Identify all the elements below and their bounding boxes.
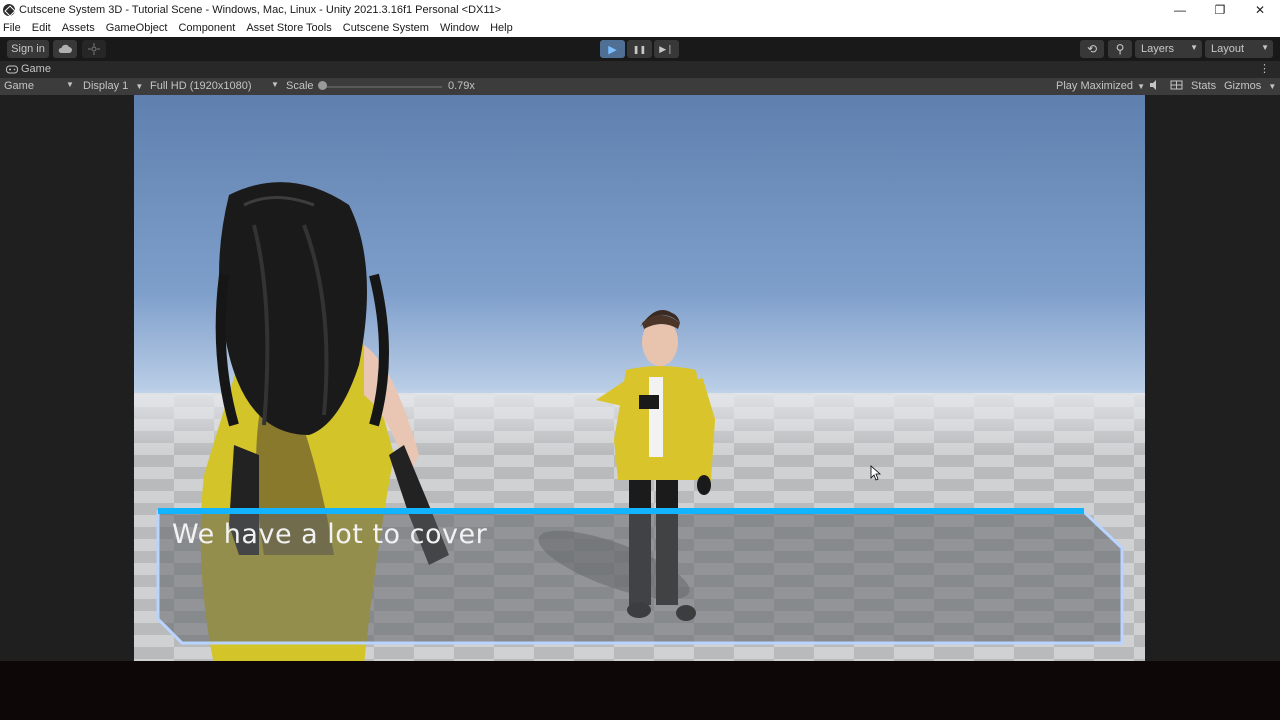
chevron-down-icon: ▼ [66, 80, 74, 89]
step-button[interactable]: ▶❘ [654, 40, 679, 58]
tab-game[interactable]: Game [6, 63, 51, 75]
close-button[interactable]: ✕ [1240, 0, 1280, 19]
dialogue-text: We have a lot to cover [172, 519, 488, 550]
menu-component[interactable]: Component [178, 22, 235, 34]
scene-render [134, 182, 1145, 661]
resolution-dropdown[interactable]: Full HD (1920x1080) ▼ [150, 80, 279, 92]
maximize-button[interactable]: ❐ [1200, 0, 1240, 19]
undo-history-button[interactable]: ⟲ [1080, 40, 1104, 58]
menu-file[interactable]: File [3, 22, 21, 34]
display-label: Display 1 [83, 80, 129, 92]
menu-help[interactable]: Help [490, 22, 513, 34]
grid-icon [1170, 80, 1183, 90]
cloud-button[interactable] [53, 40, 77, 58]
chevron-down-icon: ▼ [1190, 43, 1198, 52]
gizmos-label: Gizmos [1224, 80, 1262, 92]
chevron-down-icon: ▼ [135, 82, 144, 91]
scale-label: Scale [286, 80, 314, 92]
search-button[interactable]: ⚲ [1108, 40, 1132, 58]
menu-cutscene-system[interactable]: Cutscene System [343, 22, 429, 34]
gamepad-icon [6, 65, 18, 73]
stats-button[interactable]: Stats [1191, 80, 1216, 92]
scale-slider-handle[interactable] [318, 81, 327, 90]
pause-button[interactable]: ❚❚ [627, 40, 652, 58]
unity-logo-icon [3, 3, 15, 16]
bottom-strip [0, 661, 1280, 720]
gizmos-dropdown[interactable]: Gizmos ▼ [1224, 80, 1276, 92]
more-options-icon[interactable]: ⋮ [1259, 62, 1270, 75]
window-title: Cutscene System 3D - Tutorial Scene - Wi… [19, 3, 502, 16]
layers-label: Layers [1141, 43, 1175, 55]
menu-window[interactable]: Window [440, 22, 479, 34]
play-maximized-dropdown[interactable]: Play Maximized ▼ [1056, 80, 1145, 92]
layout-dropdown[interactable]: Layout ▼ [1205, 40, 1273, 58]
chevron-down-icon: ▼ [1137, 82, 1146, 91]
main-toolbar: Sign in ▶ ❚❚ ▶❘ ⟲ ⚲ Layers ▼ Layout ▼ [0, 37, 1280, 61]
menu-assets[interactable]: Assets [62, 22, 95, 34]
game-viewport[interactable]: We have a lot to cover [134, 95, 1145, 661]
sign-in-button[interactable]: Sign in [7, 40, 49, 58]
resolution-label: Full HD (1920x1080) [150, 80, 252, 92]
menu-edit[interactable]: Edit [32, 22, 51, 34]
menu-gameobject[interactable]: GameObject [106, 22, 168, 34]
chevron-down-icon: ▼ [1261, 43, 1269, 52]
play-maximized-label: Play Maximized [1056, 80, 1134, 92]
game-tab-bar: Game ⋮ [0, 61, 1280, 78]
audio-toggle-button[interactable] [1149, 79, 1161, 94]
tab-game-label: Game [21, 63, 51, 75]
menu-asset-store-tools[interactable]: Asset Store Tools [246, 22, 331, 34]
game-view-toolbar: Game ▼ Display 1 ▼ Full HD (1920x1080) ▼… [0, 78, 1280, 95]
layout-label: Layout [1211, 43, 1245, 55]
collab-button[interactable] [82, 40, 106, 58]
speaker-icon [1150, 80, 1156, 90]
scale-slider-track[interactable] [322, 86, 442, 88]
view-mode-label: Game [4, 80, 34, 92]
aspect-toggle-button[interactable] [1170, 79, 1183, 94]
collab-icon [88, 43, 100, 55]
scale-value: 0.79x [448, 80, 475, 92]
chevron-down-icon: ▼ [271, 80, 279, 89]
layers-dropdown[interactable]: Layers ▼ [1135, 40, 1202, 58]
minimize-button[interactable]: — [1160, 0, 1200, 19]
view-mode-dropdown[interactable]: Game ▼ [4, 80, 74, 92]
play-button[interactable]: ▶ [600, 40, 625, 58]
menu-bar: File Edit Assets GameObject Component As… [0, 19, 1280, 37]
window-title-bar: Cutscene System 3D - Tutorial Scene - Wi… [0, 0, 1280, 19]
cloud-icon [58, 44, 72, 53]
display-dropdown[interactable]: Display 1 ▼ [83, 80, 145, 92]
chevron-down-icon: ▼ [1268, 82, 1277, 91]
